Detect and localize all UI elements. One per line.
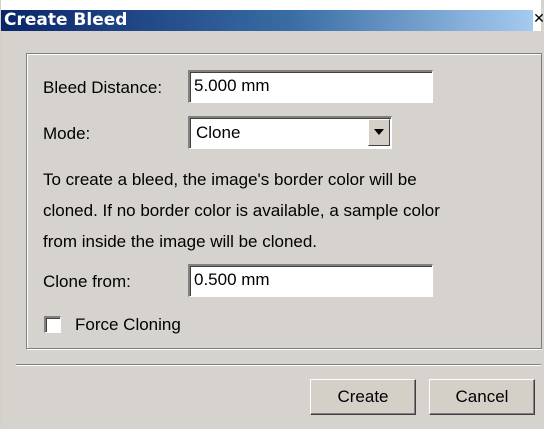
bleed-distance-input[interactable]: 5.000 mm: [188, 70, 433, 103]
description-line: To create a bleed, the image's border co…: [43, 170, 417, 189]
window-title: Create Bleed: [4, 10, 128, 30]
title-bar: Create Bleed ✕: [1, 0, 544, 31]
description-text: To create a bleed, the image's border co…: [43, 164, 513, 257]
mode-label: Mode:: [43, 124, 91, 143]
description-line: from inside the image will be cloned.: [43, 232, 318, 251]
button-separator: [16, 364, 541, 366]
mode-dropdown-button[interactable]: [368, 119, 390, 146]
create-button[interactable]: Create: [310, 379, 416, 415]
force-cloning-label[interactable]: Force Cloning: [75, 315, 181, 335]
chevron-down-icon: [374, 129, 384, 135]
mode-select-value: Clone: [196, 123, 241, 142]
close-button[interactable]: ✕: [532, 8, 544, 30]
create-bleed-dialog: Create Bleed ✕ Bleed Distance: 5.000 mm …: [0, 0, 544, 429]
force-cloning-checkbox[interactable]: [44, 316, 61, 333]
cancel-button[interactable]: Cancel: [429, 379, 535, 415]
bleed-distance-label: Bleed Distance:: [43, 78, 163, 97]
description-line: cloned. If no border color is available,…: [43, 201, 440, 220]
close-icon: ✕: [533, 11, 544, 27]
clone-from-input[interactable]: 0.500 mm: [188, 264, 433, 297]
mode-select[interactable]: Clone: [188, 116, 392, 149]
clone-from-label: Clone from:: [43, 272, 131, 291]
title-strip: Create Bleed: [1, 10, 533, 31]
